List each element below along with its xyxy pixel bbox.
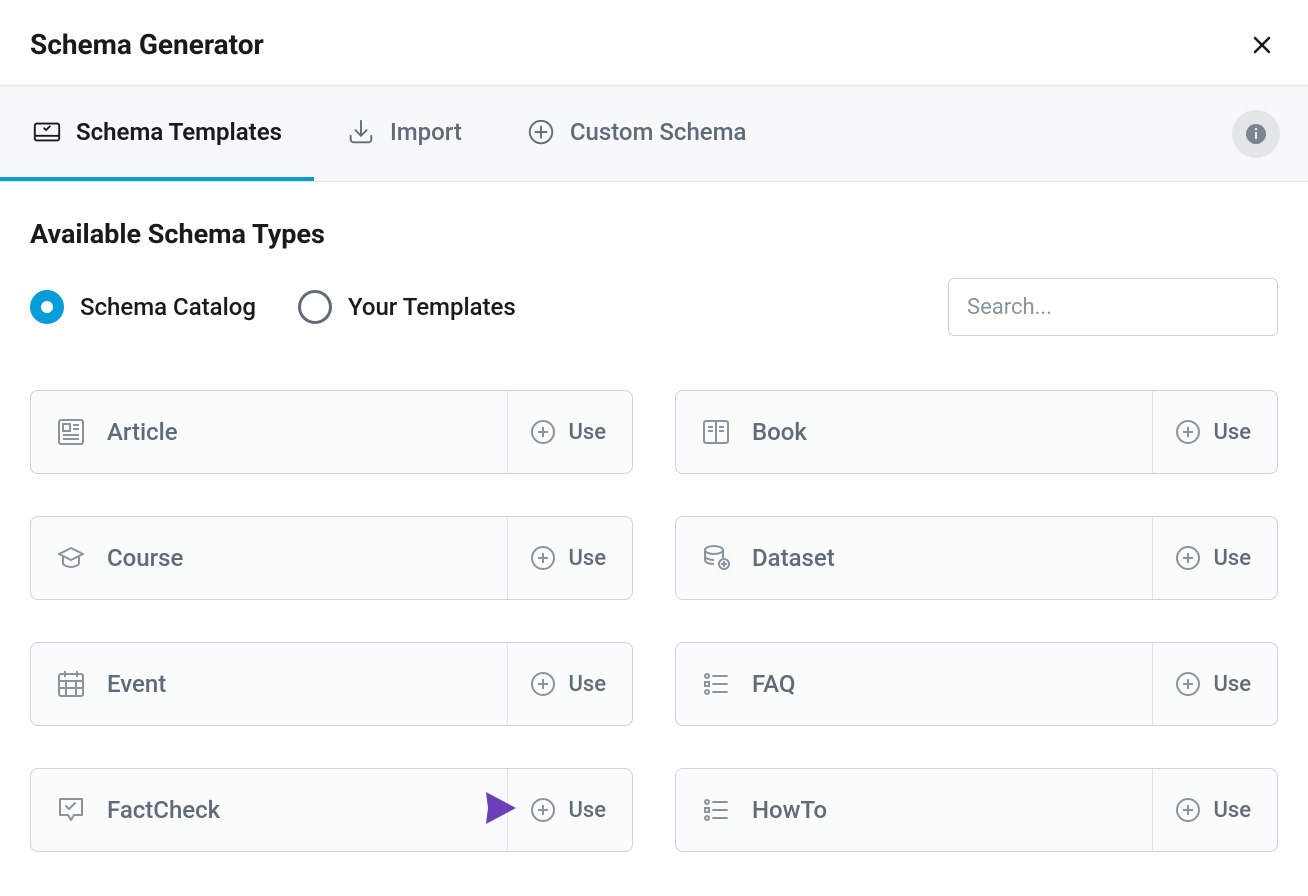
use-button[interactable]: Use	[1152, 391, 1277, 473]
use-label: Use	[568, 798, 606, 823]
close-button[interactable]	[1246, 29, 1278, 61]
use-button[interactable]: Use	[507, 643, 632, 725]
card-article: Article Use	[30, 390, 633, 474]
card-name: Course	[107, 544, 183, 572]
event-icon	[55, 668, 87, 700]
radio-schema-catalog[interactable]: Schema Catalog	[30, 290, 256, 324]
use-label: Use	[1213, 546, 1251, 571]
tab-label: Schema Templates	[76, 118, 282, 146]
factcheck-icon	[55, 794, 87, 826]
plus-circle-icon	[530, 671, 556, 697]
plus-circle-icon	[1175, 545, 1201, 571]
use-button[interactable]: Use	[1152, 517, 1277, 599]
schema-cards-grid: Article Use Book Use Course	[30, 390, 1278, 852]
card-name: Dataset	[752, 544, 835, 572]
tab-schema-templates[interactable]: Schema Templates	[0, 86, 314, 181]
close-icon	[1250, 33, 1274, 57]
card-name: HowTo	[752, 796, 827, 824]
plus-circle-icon	[530, 545, 556, 571]
book-icon	[700, 416, 732, 448]
use-button[interactable]: Use	[1152, 643, 1277, 725]
plus-circle-icon	[1175, 671, 1201, 697]
use-button[interactable]: Use	[507, 391, 632, 473]
card-name: Book	[752, 418, 807, 446]
use-label: Use	[568, 546, 606, 571]
plus-circle-icon	[1175, 797, 1201, 823]
card-name: FactCheck	[107, 796, 220, 824]
search-input[interactable]	[948, 278, 1278, 336]
card-name: Article	[107, 418, 178, 446]
howto-icon	[700, 794, 732, 826]
tab-custom-schema[interactable]: Custom Schema	[494, 86, 779, 181]
card-dataset: Dataset Use	[675, 516, 1278, 600]
card-factcheck: FactCheck Use	[30, 768, 633, 852]
tab-import[interactable]: Import	[314, 86, 494, 181]
use-button[interactable]: Use	[1152, 769, 1277, 851]
info-button[interactable]	[1232, 110, 1280, 158]
templates-icon	[32, 117, 62, 147]
plus-circle-icon	[530, 797, 556, 823]
use-label: Use	[1213, 672, 1251, 697]
plus-circle-icon	[1175, 419, 1201, 445]
use-label: Use	[568, 420, 606, 445]
card-name: Event	[107, 670, 166, 698]
use-button[interactable]: Use	[507, 769, 632, 851]
modal-title: Schema Generator	[30, 28, 264, 61]
tab-label: Import	[390, 118, 462, 146]
card-faq: FAQ Use	[675, 642, 1278, 726]
card-name: FAQ	[752, 670, 795, 698]
section-title: Available Schema Types	[30, 218, 1278, 250]
article-icon	[55, 416, 87, 448]
use-label: Use	[1213, 420, 1251, 445]
faq-icon	[700, 668, 732, 700]
card-course: Course Use	[30, 516, 633, 600]
use-label: Use	[1213, 798, 1251, 823]
radio-your-templates[interactable]: Your Templates	[298, 290, 516, 324]
info-icon	[1244, 122, 1268, 146]
radio-label: Your Templates	[348, 293, 516, 321]
radio-dot-icon	[298, 290, 332, 324]
card-howto: HowTo Use	[675, 768, 1278, 852]
use-button[interactable]: Use	[507, 517, 632, 599]
radio-dot-icon	[30, 290, 64, 324]
custom-icon	[526, 117, 556, 147]
radio-label: Schema Catalog	[80, 293, 256, 321]
course-icon	[55, 542, 87, 574]
dataset-icon	[700, 542, 732, 574]
plus-circle-icon	[530, 419, 556, 445]
import-icon	[346, 117, 376, 147]
card-book: Book Use	[675, 390, 1278, 474]
use-label: Use	[568, 672, 606, 697]
card-event: Event Use	[30, 642, 633, 726]
tab-label: Custom Schema	[570, 118, 747, 146]
